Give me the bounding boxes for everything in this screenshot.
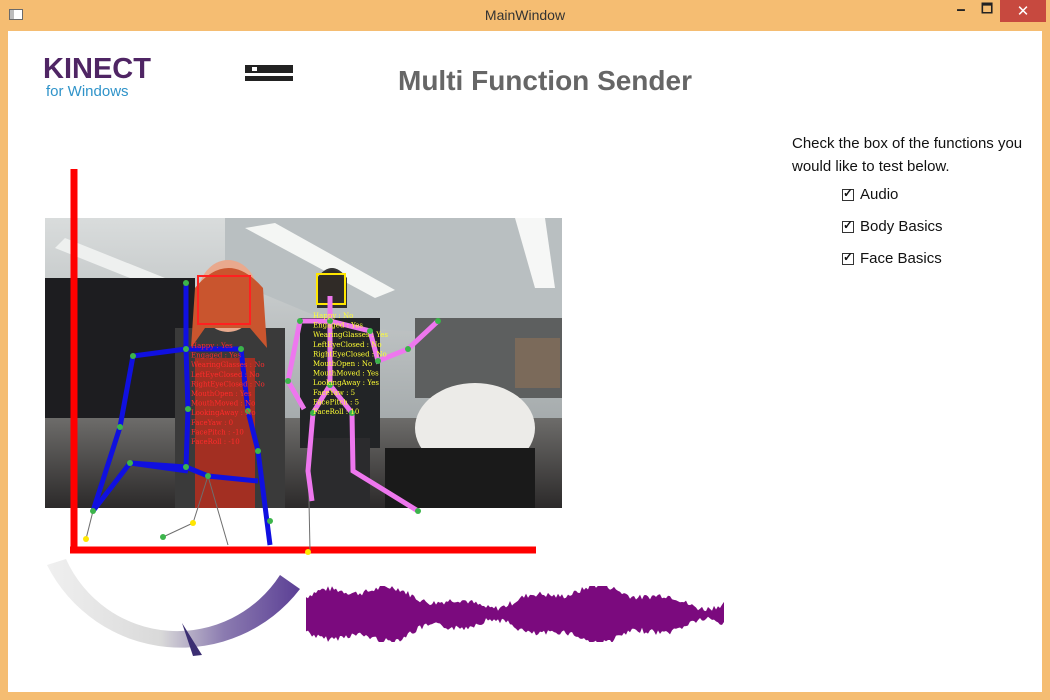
face-stat-line: MouthOpen : No xyxy=(313,360,372,368)
title-bar[interactable]: MainWindow 🗕 🗖 ✕ xyxy=(0,0,1050,31)
face-stat-line: FaceRoll : -10 xyxy=(191,438,240,446)
face-stat-line: LookingAway : No xyxy=(191,409,256,417)
face-stat-line: RightEyeClosed : No xyxy=(191,380,265,388)
face-stat-line: WearingGlasses : Yes xyxy=(313,331,388,339)
face-stat-line: LookingAway : Yes xyxy=(313,379,379,387)
main-window: MainWindow 🗕 🗖 ✕ KINECT for Windows Mult… xyxy=(0,0,1050,700)
audio-waveform xyxy=(306,586,724,642)
face-stat-line: FaceYaw : 5 xyxy=(313,389,355,397)
face-stat-line: Happy : No xyxy=(313,312,353,320)
face-stat-line: RightEyeClosed : No xyxy=(313,350,387,358)
face-stat-line: MouthMoved : Yes xyxy=(313,370,379,378)
face-stat-line: FacePitch : -10 xyxy=(191,428,244,436)
face-stat-line: LeftEyeClosed : No xyxy=(191,371,260,379)
beam-arc xyxy=(47,559,300,648)
face-stat-line: MouthOpen : Yes xyxy=(191,390,252,398)
face-stat-line: Engaged : Yes xyxy=(191,352,241,360)
face-stat-line: WearingGlasses : No xyxy=(191,361,265,369)
face-stat-line: LeftEyeClosed : No xyxy=(313,341,382,349)
face-stat-line: FaceYaw : 0 xyxy=(191,419,233,427)
face-stat-line: MouthMoved : No xyxy=(191,400,255,408)
face-stat-line: FaceRoll : 10 xyxy=(313,408,359,416)
audio-beam-meter xyxy=(47,559,300,656)
maximize-button[interactable]: 🗖 xyxy=(974,0,1000,22)
face-stat-line: Happy : Yes xyxy=(191,342,233,350)
face-stat-line: Engaged : Yes xyxy=(313,322,363,330)
close-button[interactable]: ✕ xyxy=(1000,0,1046,22)
window-title: MainWindow xyxy=(484,7,566,23)
client-area: KINECT for Windows Multi Function Sender… xyxy=(8,31,1042,692)
face-box-1 xyxy=(197,275,251,325)
minimize-button[interactable]: 🗕 xyxy=(948,0,974,22)
skeleton-2 xyxy=(285,296,440,514)
face-stat-line: FacePitch : 5 xyxy=(313,398,359,406)
